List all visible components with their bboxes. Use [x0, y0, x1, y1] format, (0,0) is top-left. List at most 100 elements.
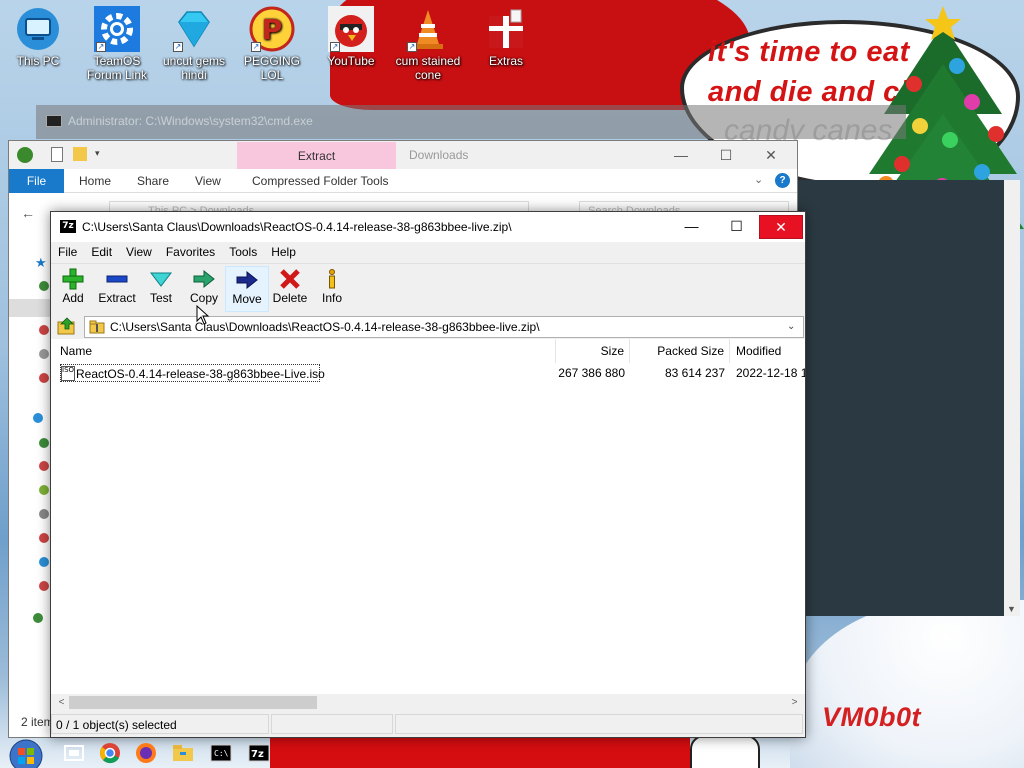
- test-button[interactable]: Test: [139, 266, 183, 312]
- menu-view[interactable]: View: [119, 242, 159, 262]
- ribbon-expand-chevron-icon[interactable]: ⌄: [754, 173, 763, 186]
- nav-item-icon[interactable]: [39, 533, 49, 543]
- column-header-size[interactable]: Size: [556, 339, 630, 363]
- file-name-cell[interactable]: ISO ReactOS-0.4.14-release-38-g863bbee-L…: [60, 364, 325, 382]
- zip-folder-icon: [89, 320, 105, 334]
- 7zip-menu-bar: File Edit View Favorites Tools Help: [51, 242, 805, 262]
- desktop-icon-pegging-lol[interactable]: P ↗ PEGGING LOL: [236, 6, 308, 82]
- 7zip-file-list[interactable]: Name Size Packed Size Modified ISO React…: [51, 339, 805, 695]
- shortcut-arrow-icon: ↗: [96, 42, 106, 52]
- nav-item-icon[interactable]: [39, 325, 49, 335]
- 7zip-status-bar: 0 / 1 object(s) selected: [51, 711, 805, 737]
- menu-tools[interactable]: Tools: [222, 242, 264, 262]
- chrome-icon[interactable]: [98, 741, 122, 765]
- desktop-icon-uncut-gems[interactable]: ↗ uncut gems hindi: [158, 6, 230, 82]
- address-dropdown-chevron-icon[interactable]: ⌄: [787, 317, 799, 337]
- info-button[interactable]: Info: [310, 266, 354, 312]
- desktop-icon-label: PEGGING LOL: [243, 54, 300, 82]
- extract-button[interactable]: Extract: [95, 266, 139, 312]
- new-folder-icon[interactable]: [73, 147, 87, 161]
- ribbon-tab-home[interactable]: Home: [67, 169, 123, 193]
- status-selection: 0 / 1 object(s) selected: [51, 714, 269, 734]
- help-icon[interactable]: ?: [775, 173, 790, 188]
- angry-bird-icon: ↗: [328, 6, 374, 52]
- 7zip-minimize-button[interactable]: —: [669, 212, 714, 241]
- back-arrow-icon[interactable]: ←: [21, 205, 35, 221]
- menu-help[interactable]: Help: [264, 242, 303, 262]
- desktop-icon-label: YouTube: [327, 54, 375, 68]
- desktop-icon-this-pc[interactable]: This PC: [2, 6, 74, 68]
- 7zip-address-bar[interactable]: C:\Users\Santa Claus\Downloads\ReactOS-0…: [84, 316, 804, 338]
- move-button[interactable]: Move: [225, 266, 269, 312]
- firefox-icon[interactable]: [134, 741, 158, 765]
- desktop-icon-label: uncut gems hindi: [162, 54, 226, 82]
- svg-text:7z: 7z: [251, 749, 264, 760]
- 7zip-titlebar[interactable]: 7z C:\Users\Santa Claus\Downloads\ReactO…: [51, 212, 805, 242]
- background-vertical-scrollbar[interactable]: ▼: [1004, 180, 1020, 616]
- add-button[interactable]: Add: [51, 266, 95, 312]
- scroll-right-arrow-icon[interactable]: >: [786, 694, 803, 711]
- nav-item-icon[interactable]: [39, 461, 49, 471]
- explorer-close-button[interactable]: ✕: [751, 145, 791, 165]
- column-header-name[interactable]: Name: [51, 339, 556, 363]
- properties-icon[interactable]: [51, 147, 63, 162]
- nav-item-icon[interactable]: [39, 349, 49, 359]
- explorer-navigation-pane[interactable]: ★: [9, 233, 51, 703]
- menu-file[interactable]: File: [51, 242, 84, 262]
- cmd-window-background[interactable]: Administrator: C:\Windows\system32\cmd.e…: [36, 105, 906, 139]
- folder-up-icon[interactable]: [57, 316, 77, 336]
- column-header-packed-size[interactable]: Packed Size: [630, 339, 730, 363]
- 7zip-close-button[interactable]: ✕: [759, 215, 803, 239]
- ribbon-tab-share[interactable]: Share: [125, 169, 181, 193]
- task-view-icon[interactable]: [62, 741, 86, 765]
- shortcut-arrow-icon: ↗: [173, 42, 183, 52]
- nav-item-icon[interactable]: [39, 509, 49, 519]
- 7zip-maximize-button[interactable]: ☐: [714, 212, 759, 241]
- this-pc-nav-icon[interactable]: [33, 413, 43, 423]
- copy-button-label: Copy: [189, 291, 218, 305]
- 7zip-taskbar-icon[interactable]: 7z: [247, 741, 271, 765]
- nav-item-icon[interactable]: [39, 438, 49, 448]
- start-button-icon[interactable]: [8, 738, 44, 768]
- shortcut-arrow-icon: ↗: [407, 42, 417, 52]
- explorer-titlebar[interactable]: ▾ Extract Downloads — ☐ ✕: [9, 141, 797, 170]
- cmd-taskbar-icon[interactable]: C:\: [209, 741, 233, 765]
- desktop-icon-label: This PC: [16, 54, 60, 68]
- explorer-minimize-button[interactable]: —: [661, 145, 701, 165]
- nav-item-icon[interactable]: [39, 281, 49, 291]
- 7zip-file-manager-window[interactable]: 7z C:\Users\Santa Claus\Downloads\ReactO…: [50, 211, 806, 738]
- quick-access-star-icon[interactable]: ★: [35, 255, 47, 271]
- file-explorer-icon[interactable]: [171, 741, 195, 765]
- menu-favorites[interactable]: Favorites: [159, 242, 222, 262]
- nav-item-icon[interactable]: [39, 557, 49, 567]
- explorer-maximize-button[interactable]: ☐: [706, 145, 746, 165]
- explorer-app-icon: [17, 147, 33, 163]
- horizontal-scrollbar[interactable]: < >: [51, 694, 805, 711]
- desktop-icon-extras[interactable]: Extras: [470, 6, 542, 68]
- nav-item-selected[interactable]: [9, 299, 51, 317]
- delete-button[interactable]: Delete: [268, 266, 312, 312]
- explorer-context-tab-extract[interactable]: Extract: [237, 142, 396, 170]
- network-nav-icon[interactable]: [33, 613, 43, 623]
- scroll-down-arrow-icon[interactable]: ▼: [1007, 604, 1016, 614]
- scroll-left-arrow-icon[interactable]: <: [53, 694, 70, 711]
- desktop-icon-youtube[interactable]: ↗ YouTube: [315, 6, 387, 68]
- column-header-modified[interactable]: Modified: [730, 339, 805, 363]
- file-row[interactable]: ISO ReactOS-0.4.14-release-38-g863bbee-L…: [51, 364, 805, 382]
- quick-access-dropdown-icon[interactable]: ▾: [95, 148, 100, 159]
- nav-item-icon[interactable]: [39, 485, 49, 495]
- menu-edit[interactable]: Edit: [84, 242, 119, 262]
- horizontal-scroll-thumb[interactable]: [69, 696, 317, 709]
- move-arrow-icon: [236, 270, 258, 290]
- nav-item-icon[interactable]: [39, 581, 49, 591]
- desktop-icon-cone[interactable]: ↗ cum stained cone: [392, 6, 464, 82]
- ribbon-tab-file[interactable]: File: [9, 169, 64, 193]
- ribbon-tab-view[interactable]: View: [183, 169, 233, 193]
- ribbon-tab-compressed-folder-tools[interactable]: Compressed Folder Tools: [240, 169, 401, 193]
- nav-item-icon[interactable]: [39, 373, 49, 383]
- check-icon: [150, 272, 172, 287]
- desktop-icon-teamos[interactable]: ↗ TeamOS Forum Link: [81, 6, 153, 82]
- 7zip-address-text: C:\Users\Santa Claus\Downloads\ReactOS-0…: [110, 320, 540, 334]
- add-button-label: Add: [62, 291, 84, 305]
- plus-icon: [62, 268, 84, 290]
